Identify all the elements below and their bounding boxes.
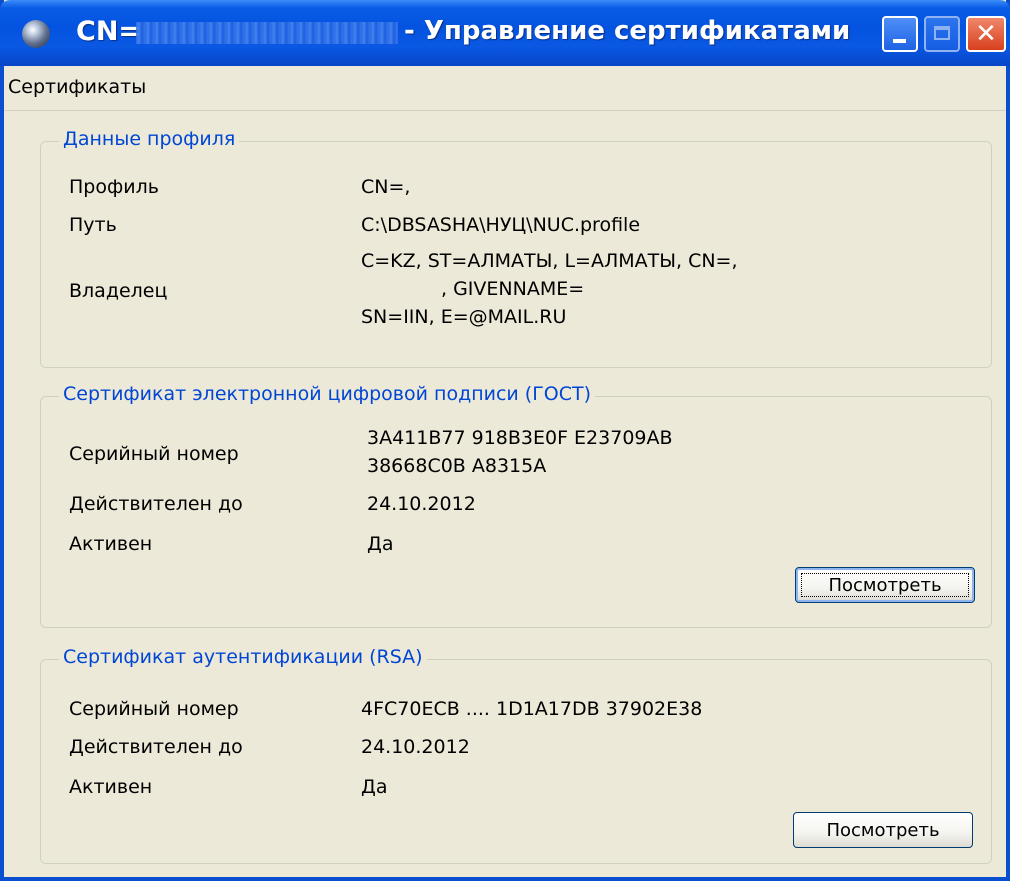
path-value: C:\DBSASHA\НУЦ\NUC.profile [361, 214, 641, 236]
rsa-serial-value: 4FC70ECB .... 1D1A17DB 37902E38 [361, 698, 703, 720]
minimize-button[interactable] [882, 16, 918, 52]
gost-view-button[interactable]: Посмотреть [795, 567, 975, 603]
close-icon: ✕ [975, 19, 997, 49]
maximize-button[interactable] [924, 16, 960, 52]
gost-certificate-group: Сертификат электронной цифровой подписи … [40, 383, 992, 628]
gost-active-value: Да [367, 533, 394, 555]
menu-bar: Сертификаты [4, 66, 1006, 111]
rsa-group-title: Сертификат аутентификации (RSA) [59, 646, 427, 668]
window-title-prefix: CN= [76, 16, 142, 47]
profile-label: Профиль [69, 176, 159, 198]
redacted-title-area [136, 22, 398, 44]
path-label: Путь [69, 214, 117, 236]
menu-certificates[interactable]: Сертификаты [8, 76, 146, 98]
gost-serial-line-2: 38668C0B A8315A [367, 455, 547, 477]
maximize-icon [934, 26, 950, 40]
owner-label: Владелец [69, 280, 168, 302]
profile-group: Данные профиля Профиль CN=, Путь C:\DBSA… [40, 128, 992, 368]
window-title: - Управление сертификатами [404, 16, 851, 46]
rsa-active-value: Да [361, 776, 388, 798]
rsa-active-label: Активен [69, 776, 153, 798]
rsa-certificate-group: Сертификат аутентификации (RSA) Серийный… [40, 646, 992, 864]
rsa-view-button[interactable]: Посмотреть [793, 812, 973, 848]
gost-serial-line-1: 3A411B77 918B3E0F E23709AB [367, 427, 673, 449]
gost-serial-label: Серийный номер [69, 443, 239, 465]
minimize-icon [893, 39, 906, 43]
close-button[interactable]: ✕ [966, 16, 1006, 52]
gost-active-label: Активен [69, 533, 153, 555]
owner-line-1: C=KZ, ST=АЛМАТЫ, L=АЛМАТЫ, CN=, [361, 250, 738, 272]
profile-group-title: Данные профиля [59, 128, 240, 150]
owner-line-2: , GIVENNAME= [441, 278, 585, 300]
rsa-serial-label: Серийный номер [69, 698, 239, 720]
title-bar[interactable]: CN= - Управление сертификатами ✕ [0, 0, 1010, 66]
gost-valid-label: Действителен до [69, 493, 243, 515]
gost-group-title: Сертификат электронной цифровой подписи … [59, 383, 596, 405]
profile-value: CN=, [361, 176, 411, 198]
rsa-valid-value: 24.10.2012 [361, 736, 470, 758]
gost-valid-value: 24.10.2012 [367, 493, 476, 515]
globe-icon[interactable] [22, 20, 50, 48]
owner-line-3: SN=IIN, E=@MAIL.RU [361, 306, 567, 328]
certificate-manager-window: CN= - Управление сертификатами ✕ Сертифи… [0, 0, 1010, 881]
rsa-valid-label: Действителен до [69, 736, 243, 758]
